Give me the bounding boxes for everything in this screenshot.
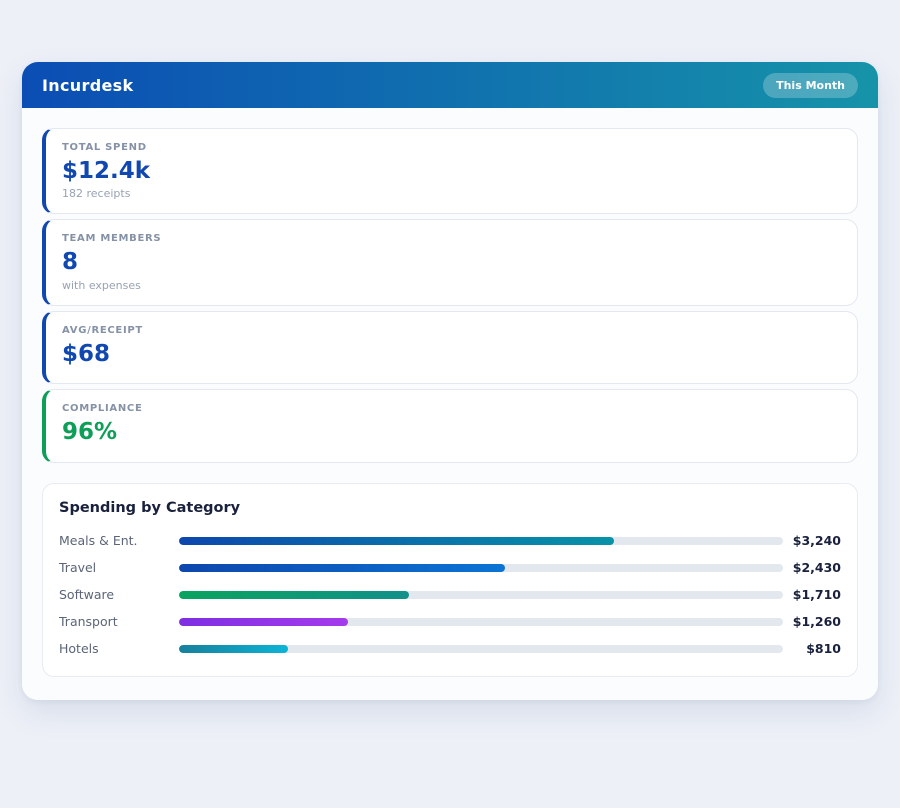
category-label: Meals & Ent. xyxy=(59,534,179,548)
stat-card-compliance: COMPLIANCE 96% xyxy=(42,389,858,462)
category-value: $1,710 xyxy=(783,588,841,602)
chart-row-meals: Meals & Ent. $3,240 xyxy=(59,534,841,548)
stat-value: $68 xyxy=(62,341,841,367)
category-value: $3,240 xyxy=(783,534,841,548)
stat-label: TEAM MEMBERS xyxy=(62,233,841,244)
chart-row-hotels: Hotels $810 xyxy=(59,642,841,656)
bar-track xyxy=(179,564,783,572)
stat-subtext: 182 receipts xyxy=(62,187,841,200)
bar-fill xyxy=(179,537,614,545)
category-value: $1,260 xyxy=(783,615,841,629)
stat-label: COMPLIANCE xyxy=(62,403,841,414)
bar-track xyxy=(179,591,783,599)
stat-card-team-members: TEAM MEMBERS 8 with expenses xyxy=(42,219,858,305)
stat-card-avg-receipt: AVG/RECEIPT $68 xyxy=(42,311,858,384)
chart-title: Spending by Category xyxy=(59,500,841,516)
dashboard-card: Incurdesk This Month TOTAL SPEND $12.4k … xyxy=(22,62,878,700)
stat-value: 8 xyxy=(62,249,841,275)
stat-card-total-spend: TOTAL SPEND $12.4k 182 receipts xyxy=(42,128,858,214)
stat-label: TOTAL SPEND xyxy=(62,142,841,153)
bar-fill xyxy=(179,618,348,626)
dashboard-content: TOTAL SPEND $12.4k 182 receipts TEAM MEM… xyxy=(22,108,878,700)
stat-value: $12.4k xyxy=(62,158,841,184)
stat-label: AVG/RECEIPT xyxy=(62,325,841,336)
chart-row-software: Software $1,710 xyxy=(59,588,841,602)
category-value: $810 xyxy=(783,642,841,656)
bar-fill xyxy=(179,564,505,572)
bar-track xyxy=(179,537,783,545)
app-header: Incurdesk This Month xyxy=(22,62,878,108)
chart-row-transport: Transport $1,260 xyxy=(59,615,841,629)
period-badge[interactable]: This Month xyxy=(763,73,858,98)
category-label: Travel xyxy=(59,561,179,575)
spending-by-category-chart: Spending by Category Meals & Ent. $3,240… xyxy=(42,483,858,677)
app-title: Incurdesk xyxy=(42,76,133,95)
chart-row-travel: Travel $2,430 xyxy=(59,561,841,575)
stat-value: 96% xyxy=(62,419,841,445)
bar-track xyxy=(179,618,783,626)
bar-fill xyxy=(179,645,288,653)
bar-fill xyxy=(179,591,409,599)
stat-subtext: with expenses xyxy=(62,279,841,292)
category-label: Software xyxy=(59,588,179,602)
category-value: $2,430 xyxy=(783,561,841,575)
category-label: Hotels xyxy=(59,642,179,656)
category-label: Transport xyxy=(59,615,179,629)
bar-track xyxy=(179,645,783,653)
